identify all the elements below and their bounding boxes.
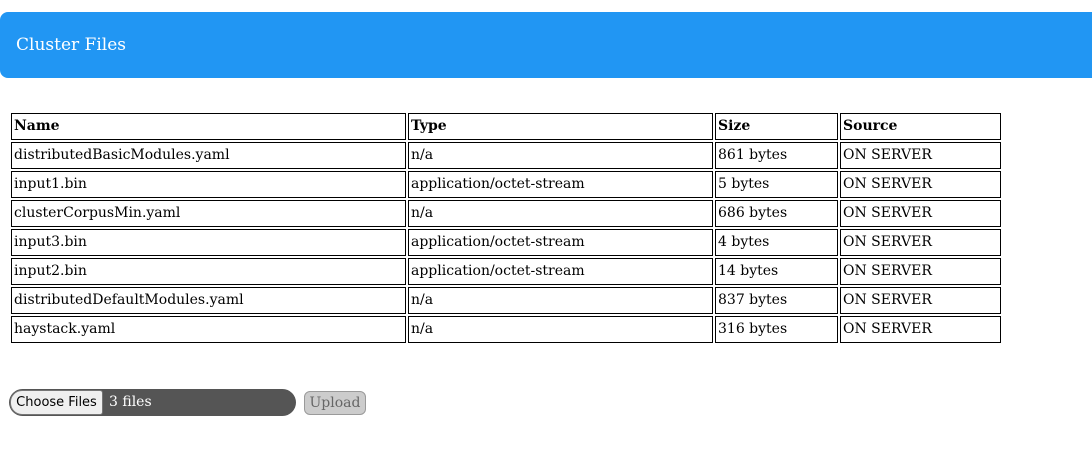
column-header-name: Name (11, 113, 406, 140)
file-name-cell: input3.bin (11, 229, 406, 256)
column-header-type: Type (408, 113, 713, 140)
file-source-cell: ON SERVER (840, 171, 1001, 198)
file-size-cell: 686 bytes (715, 200, 838, 227)
table-row: input1.bin application/octet-stream 5 by… (11, 171, 1001, 198)
file-name-cell: haystack.yaml (11, 316, 406, 343)
file-name-cell: input2.bin (11, 258, 406, 285)
file-source-cell: ON SERVER (840, 200, 1001, 227)
page-title: Cluster Files (16, 35, 126, 55)
file-type-cell: application/octet-stream (408, 229, 713, 256)
file-input[interactable]: Choose Files 3 files (9, 389, 296, 416)
selected-files-count: 3 files (109, 394, 152, 410)
file-name-cell: distributedDefaultModules.yaml (11, 287, 406, 314)
file-type-cell: n/a (408, 200, 713, 227)
file-name-cell: distributedBasicModules.yaml (11, 142, 406, 169)
files-table: Name Type Size Source distributedBasicMo… (9, 111, 1003, 345)
file-size-cell: 5 bytes (715, 171, 838, 198)
file-name-cell: clusterCorpusMin.yaml (11, 200, 406, 227)
file-size-cell: 861 bytes (715, 142, 838, 169)
file-source-cell: ON SERVER (840, 287, 1001, 314)
file-type-cell: application/octet-stream (408, 171, 713, 198)
table-row: distributedDefaultModules.yaml n/a 837 b… (11, 287, 1001, 314)
upload-button[interactable]: Upload (304, 391, 366, 415)
file-size-cell: 14 bytes (715, 258, 838, 285)
file-source-cell: ON SERVER (840, 142, 1001, 169)
file-name-cell: input1.bin (11, 171, 406, 198)
file-source-cell: ON SERVER (840, 316, 1001, 343)
table-row: input3.bin application/octet-stream 4 by… (11, 229, 1001, 256)
file-type-cell: n/a (408, 316, 713, 343)
table-row: distributedBasicModules.yaml n/a 861 byt… (11, 142, 1001, 169)
file-source-cell: ON SERVER (840, 229, 1001, 256)
page-header: Cluster Files (0, 12, 1092, 78)
table-header-row: Name Type Size Source (11, 113, 1001, 140)
column-header-source: Source (840, 113, 1001, 140)
file-type-cell: application/octet-stream (408, 258, 713, 285)
file-type-cell: n/a (408, 142, 713, 169)
file-source-cell: ON SERVER (840, 258, 1001, 285)
file-size-cell: 4 bytes (715, 229, 838, 256)
column-header-size: Size (715, 113, 838, 140)
table-row: input2.bin application/octet-stream 14 b… (11, 258, 1001, 285)
file-size-cell: 316 bytes (715, 316, 838, 343)
file-type-cell: n/a (408, 287, 713, 314)
table-row: haystack.yaml n/a 316 bytes ON SERVER (11, 316, 1001, 343)
choose-files-button[interactable]: Choose Files (10, 390, 103, 415)
file-size-cell: 837 bytes (715, 287, 838, 314)
table-row: clusterCorpusMin.yaml n/a 686 bytes ON S… (11, 200, 1001, 227)
